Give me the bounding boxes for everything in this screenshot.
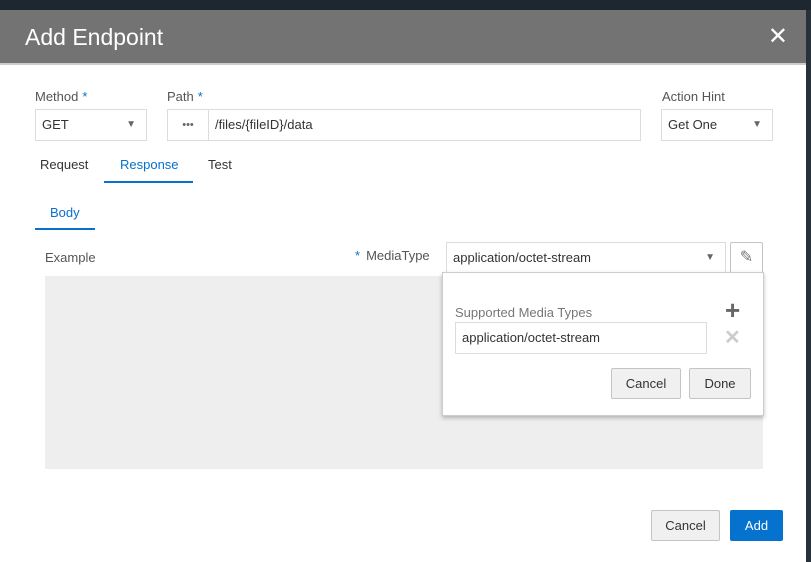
popup-title: Supported Media Types: [455, 305, 593, 320]
tab-test[interactable]: Test: [208, 157, 232, 172]
add-endpoint-dialog: Add Endpoint ✕ Method * GET ▼ Path * ••• /f…: [0, 10, 806, 562]
active-subtab-indicator: [35, 228, 95, 230]
action-hint-label: Action Hint: [662, 89, 725, 104]
tab-request[interactable]: Request: [40, 157, 88, 172]
action-hint-value: Get One: [668, 117, 718, 132]
remove-icon[interactable]: ✕: [724, 325, 741, 350]
popup-cancel-button[interactable]: Cancel: [611, 368, 681, 399]
required-marker: *: [197, 89, 203, 104]
cancel-button[interactable]: Cancel: [651, 510, 720, 541]
path-options-button[interactable]: •••: [167, 109, 209, 141]
background: [0, 0, 811, 10]
chevron-down-icon: ▼: [126, 119, 136, 130]
dialog-title: Add Endpoint: [25, 24, 164, 50]
method-value: GET: [42, 117, 69, 132]
media-type-item-input[interactable]: application/octet-stream: [455, 322, 707, 354]
method-select[interactable]: GET ▼: [35, 109, 147, 141]
edit-media-types-button[interactable]: ✎: [730, 242, 763, 274]
popup-done-button[interactable]: Done: [689, 368, 751, 399]
chevron-down-icon: ▼: [705, 252, 715, 263]
subtab-body[interactable]: Body: [50, 205, 80, 220]
add-icon[interactable]: +: [725, 295, 740, 326]
chevron-down-icon: ▼: [752, 119, 762, 130]
required-marker: *: [355, 248, 361, 263]
media-type-select[interactable]: application/octet-stream ▼: [446, 242, 726, 274]
example-label: Example: [45, 250, 96, 265]
method-label-text: Method: [35, 89, 79, 104]
close-icon[interactable]: ✕: [768, 22, 788, 51]
media-types-popup: Supported Media Types + application/octe…: [442, 272, 764, 416]
tab-response[interactable]: Response: [120, 157, 179, 172]
add-button[interactable]: Add: [730, 510, 783, 541]
path-label: Path *: [167, 89, 203, 104]
required-marker: *: [82, 89, 88, 104]
path-input[interactable]: /files/{fileID}/data: [208, 109, 641, 141]
method-label: Method *: [35, 89, 87, 104]
action-hint-select[interactable]: Get One ▼: [661, 109, 773, 141]
media-type-label: * MediaType: [355, 248, 430, 263]
path-label-text: Path: [167, 89, 194, 104]
pencil-icon: ✎: [739, 249, 754, 266]
active-tab-indicator: [104, 181, 193, 183]
media-type-label-text: MediaType: [366, 248, 430, 263]
dialog-header: Add Endpoint ✕: [0, 10, 806, 65]
media-type-value: application/octet-stream: [453, 250, 592, 265]
